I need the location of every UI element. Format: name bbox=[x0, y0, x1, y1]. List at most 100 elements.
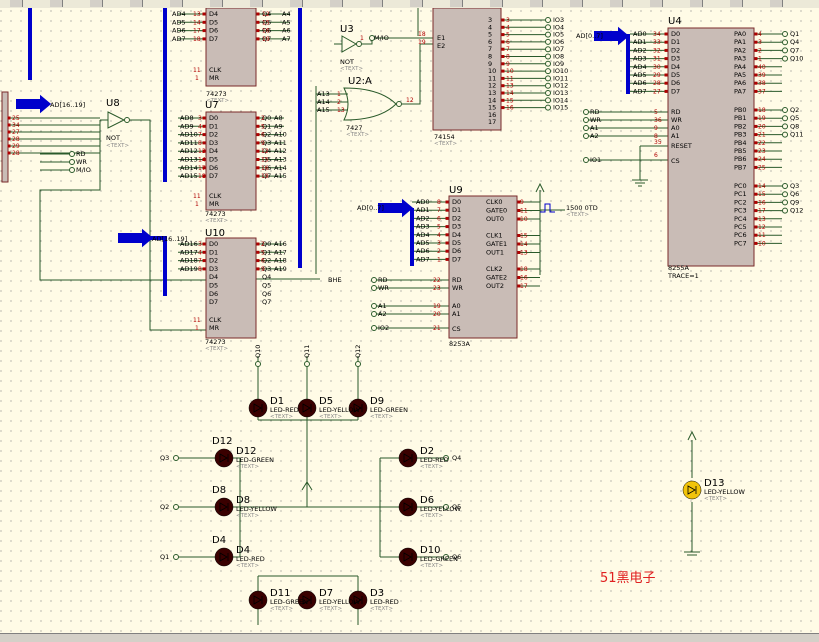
u9-clock-sub: <TEXT> bbox=[566, 212, 589, 218]
toolbar-button[interactable] bbox=[410, 0, 423, 7]
u9-right-num: 11 bbox=[520, 208, 528, 215]
led-d12[interactable] bbox=[214, 448, 234, 468]
toolbar-button[interactable] bbox=[610, 0, 623, 7]
terminal[interactable] bbox=[583, 117, 589, 123]
toolbar-button[interactable] bbox=[370, 0, 383, 7]
terminal[interactable] bbox=[355, 361, 361, 367]
led-d11[interactable] bbox=[248, 590, 268, 610]
terminal[interactable] bbox=[545, 17, 551, 23]
toolbar-button[interactable] bbox=[170, 0, 183, 7]
terminal[interactable] bbox=[173, 504, 179, 510]
led-net-d8: Q2 bbox=[160, 503, 169, 511]
terminal[interactable] bbox=[545, 31, 551, 38]
terminal[interactable] bbox=[545, 90, 551, 96]
toolbar-button[interactable] bbox=[450, 0, 463, 7]
u4-pa-num: 38 bbox=[758, 80, 766, 87]
terminal[interactable] bbox=[782, 207, 788, 214]
terminal[interactable] bbox=[583, 133, 589, 139]
toolbar-button[interactable] bbox=[650, 0, 663, 7]
terminal[interactable] bbox=[782, 191, 788, 198]
terminal[interactable] bbox=[782, 47, 788, 54]
toolbar-button[interactable] bbox=[130, 0, 143, 7]
u9-in-num: 1 bbox=[437, 256, 441, 263]
led-d13[interactable] bbox=[682, 480, 702, 500]
terminal[interactable] bbox=[583, 157, 589, 163]
u4-pb-num: 21 bbox=[758, 132, 766, 139]
u7-out-num: 12 bbox=[261, 148, 269, 155]
terminal[interactable] bbox=[545, 68, 551, 75]
led-d4[interactable] bbox=[214, 547, 234, 567]
led-d2[interactable] bbox=[398, 448, 418, 468]
toolbar-button[interactable] bbox=[10, 0, 23, 7]
pin-end bbox=[202, 124, 206, 128]
u4-pc-pin: PC5 bbox=[734, 223, 747, 231]
terminal[interactable] bbox=[545, 97, 551, 104]
schematic-sheet[interactable]: D4 Q4AD4 13 12 A4D5 Q5AD5 14 15 A5D6 Q6AD6 17 16 A6D… bbox=[0, 8, 819, 633]
terminal[interactable] bbox=[782, 199, 788, 206]
terminal[interactable] bbox=[545, 24, 551, 31]
terminal[interactable] bbox=[255, 361, 261, 367]
toolbar-button[interactable] bbox=[490, 0, 503, 7]
terminal[interactable] bbox=[782, 107, 788, 113]
terminal[interactable] bbox=[782, 55, 788, 62]
toolbar-button[interactable] bbox=[690, 0, 703, 7]
u4-pa-num: 1 bbox=[758, 56, 762, 63]
terminal[interactable] bbox=[782, 131, 788, 138]
led-d1[interactable] bbox=[248, 398, 268, 418]
u9-bus-arrow[interactable] bbox=[378, 198, 414, 218]
terminal[interactable] bbox=[545, 38, 551, 45]
watermark: 51黑电子 bbox=[600, 571, 656, 586]
toolbar-button[interactable] bbox=[330, 0, 343, 7]
terminal[interactable] bbox=[782, 39, 788, 46]
u7-in-num: 17 bbox=[198, 165, 206, 172]
terminal[interactable] bbox=[69, 159, 75, 165]
led-d6[interactable] bbox=[398, 497, 418, 517]
toolbar-button[interactable] bbox=[530, 0, 543, 7]
terminal[interactable] bbox=[545, 53, 551, 60]
toolbar-button[interactable] bbox=[730, 0, 743, 7]
u7-pin-d: D0 bbox=[209, 114, 218, 122]
led-d10-text: <TEXT> bbox=[420, 563, 443, 569]
toolbar-button[interactable] bbox=[250, 0, 263, 7]
terminal[interactable] bbox=[583, 125, 589, 131]
terminal[interactable] bbox=[545, 75, 551, 82]
terminal[interactable] bbox=[69, 167, 75, 173]
terminal[interactable] bbox=[371, 303, 377, 309]
led-d10[interactable] bbox=[398, 547, 418, 567]
terminal[interactable] bbox=[782, 183, 788, 189]
terminal[interactable] bbox=[782, 31, 788, 37]
cpu-bus-arrow[interactable] bbox=[16, 94, 52, 114]
terminal[interactable] bbox=[545, 60, 551, 67]
terminal[interactable] bbox=[173, 554, 179, 560]
u6-out-num: 12 bbox=[262, 11, 270, 18]
led-d5[interactable] bbox=[297, 398, 317, 418]
terminal[interactable] bbox=[782, 123, 788, 130]
terminal[interactable] bbox=[371, 325, 377, 331]
terminal[interactable] bbox=[371, 277, 377, 283]
toolbar-button[interactable] bbox=[770, 0, 783, 7]
toolbar-button[interactable] bbox=[210, 0, 223, 7]
led-d8[interactable] bbox=[214, 497, 234, 517]
terminal[interactable] bbox=[371, 285, 377, 291]
toolbar-button[interactable] bbox=[90, 0, 103, 7]
toolbar-button[interactable] bbox=[570, 0, 583, 7]
u7-clk: CLK bbox=[209, 192, 222, 200]
u4-pc-net: Q3 bbox=[790, 182, 799, 190]
terminal[interactable] bbox=[782, 115, 788, 122]
u10-bus-arrow[interactable] bbox=[118, 228, 154, 248]
terminal[interactable] bbox=[545, 46, 551, 53]
terminal[interactable] bbox=[173, 455, 179, 461]
terminal[interactable] bbox=[545, 82, 551, 89]
terminal[interactable] bbox=[69, 151, 75, 157]
terminal[interactable] bbox=[545, 104, 551, 111]
toolbar-button[interactable] bbox=[290, 0, 303, 7]
led-d1-model: LED-RED bbox=[270, 406, 299, 414]
led-d2-model: LED-RED bbox=[420, 456, 449, 464]
u4-pb-num: 20 bbox=[758, 123, 766, 130]
pin-end bbox=[7, 116, 11, 120]
pin-end bbox=[664, 65, 668, 69]
terminal[interactable] bbox=[371, 311, 377, 317]
toolbar-button[interactable] bbox=[50, 0, 63, 7]
terminal[interactable] bbox=[583, 109, 589, 115]
terminal[interactable] bbox=[304, 361, 310, 367]
